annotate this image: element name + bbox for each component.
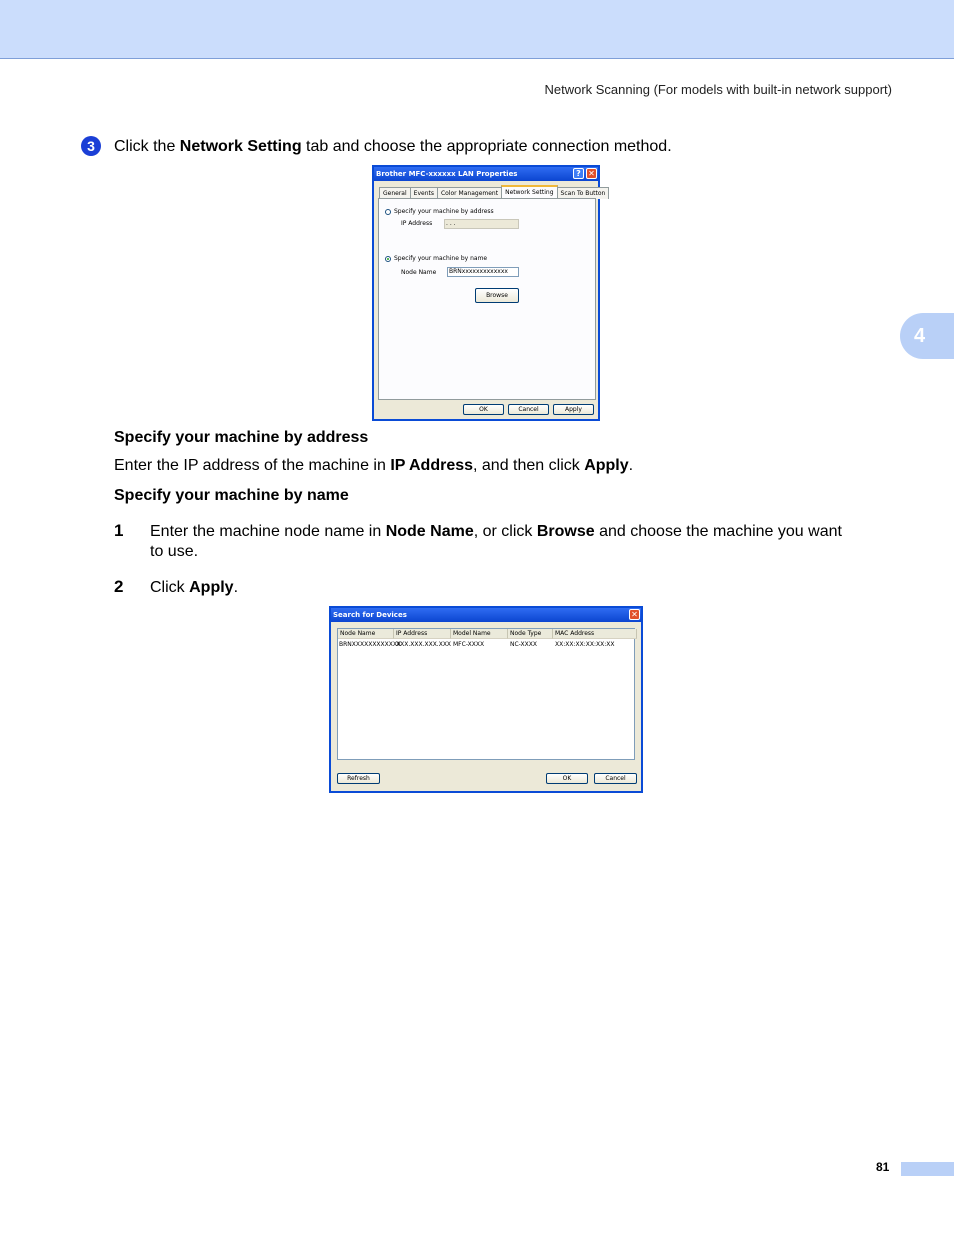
cancel-button[interactable]: Cancel [594, 773, 637, 784]
item2-bold-apply: Apply [189, 579, 234, 596]
chapter-tab: 4 [900, 313, 954, 359]
address-text-c: . [628, 457, 634, 474]
heading-specify-by-name: Specify your machine by name [114, 487, 349, 504]
column-node-name[interactable]: Node Name [338, 629, 394, 639]
node-name-field[interactable]: BRNxxxxxxxxxxxxx [447, 267, 519, 277]
page-number-bar [901, 1162, 954, 1176]
address-instructions: Enter the IP address of the machine in I… [114, 456, 633, 476]
item2-text-b: . [233, 579, 239, 596]
step-3-text-b: tab and choose the appropriate connectio… [301, 138, 672, 155]
help-icon[interactable]: ? [573, 168, 584, 179]
cell-mac-address: XX:XX:XX:XX:XX:XX [555, 641, 615, 648]
list-number-2: 2 [114, 577, 124, 596]
cell-node-type: NC-XXXX [510, 641, 537, 648]
item1-bold-browse: Browse [536, 523, 595, 540]
list-item-1-line2: to use. [150, 543, 199, 560]
address-bold-apply: Apply [584, 457, 629, 474]
browse-button[interactable]: Browse [475, 288, 519, 303]
page-number: 81 [876, 1160, 890, 1174]
step-number-badge: 3 [81, 136, 101, 156]
address-text-a: Enter the IP address of the machine in [114, 457, 391, 474]
column-model-name[interactable]: Model Name [451, 629, 508, 639]
apply-button[interactable]: Apply [553, 404, 594, 415]
refresh-button[interactable]: Refresh [337, 773, 380, 784]
search-devices-dialog: Search for Devices ✕ Node Name IP Addres… [329, 606, 643, 793]
close-icon[interactable]: ✕ [629, 609, 640, 620]
item1-text-c: and choose the machine you want [594, 523, 842, 540]
ok-button[interactable]: OK [463, 404, 504, 415]
column-ip-address[interactable]: IP Address [394, 629, 451, 639]
column-mac-address[interactable]: MAC Address [553, 629, 637, 639]
cell-model-name: MFC-XXXX [453, 641, 485, 648]
close-icon[interactable]: ✕ [586, 168, 597, 179]
search-dialog-title: Search for Devices [333, 611, 407, 619]
lan-dialog-tabs: General Events Color Management Network … [379, 185, 610, 200]
chapter-number: 4 [914, 324, 926, 347]
radio-name-label: Specify your machine by name [394, 255, 488, 262]
list-item-1-line1: Enter the machine node name in Node Name… [150, 522, 842, 542]
lan-dialog-title: Brother MFC-xxxxxx LAN Properties [376, 170, 518, 178]
devices-list: Node Name IP Address Model Name Node Typ… [337, 628, 637, 760]
radio-address-label: Specify your machine by address [394, 208, 494, 215]
radio-specify-by-address[interactable] [385, 209, 391, 215]
item1-bold-node-name: Node Name [385, 523, 474, 540]
item2-text-a: Click [150, 579, 190, 596]
lan-dialog-titlebar: Brother MFC-xxxxxx LAN Properties ? ✕ [374, 167, 598, 181]
cell-node-name: BRNXXXXXXXXXXXX [339, 641, 402, 648]
search-dialog-titlebar: Search for Devices ✕ [331, 608, 641, 622]
item1-text-a: Enter the machine node name in [150, 523, 386, 540]
step-3-text-a: Click the [114, 138, 180, 155]
address-text-b: , and then click [473, 457, 585, 474]
radio-specify-by-name[interactable] [385, 256, 391, 262]
ok-button[interactable]: OK [546, 773, 588, 784]
cell-ip-address: XXX.XXX.XXX.XXX [396, 641, 452, 648]
ip-address-field[interactable]: . . . [444, 219, 519, 229]
top-color-band [0, 0, 954, 59]
running-header: Network Scanning (For models with built-… [544, 82, 892, 97]
step-3-text: Click the Network Setting tab and choose… [114, 137, 672, 157]
cancel-button[interactable]: Cancel [508, 404, 549, 415]
list-item-2: Click Apply. [150, 578, 238, 598]
column-node-type[interactable]: Node Type [508, 629, 553, 639]
lan-properties-dialog: Brother MFC-xxxxxx LAN Properties ? ✕ Ge… [372, 165, 610, 421]
ip-address-label: IP Address [401, 220, 433, 227]
network-setting-panel: Specify your machine by address IP Addre… [378, 198, 596, 400]
node-name-label: Node Name [401, 269, 437, 276]
address-bold-ip: IP Address [390, 457, 474, 474]
item1-text-b: , or click [473, 523, 537, 540]
list-number-1: 1 [114, 521, 124, 540]
heading-specify-by-address: Specify your machine by address [114, 429, 369, 446]
step-3-bold: Network Setting [179, 138, 302, 155]
